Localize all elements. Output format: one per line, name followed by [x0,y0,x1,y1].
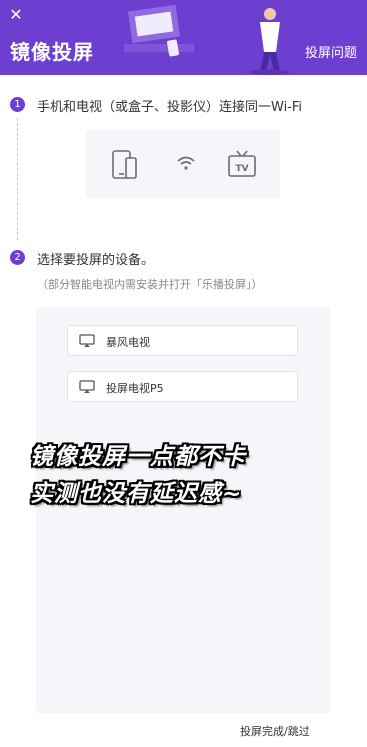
device-item-baofeng[interactable]: 暴风电视 [67,325,298,356]
tv-screen-icon [79,334,95,347]
step-2-text: 选择要投屏的设备。 [37,253,155,268]
step-2-note: （部分智能电视内需安装并打开「乐播投屏」） [37,278,263,291]
tv-icon-label: TV [235,164,248,174]
caption-line-1: 镜像投屏一点都不卡 [30,444,246,470]
step-1-number: 1 [10,97,25,112]
wifi-icon [177,156,195,170]
help-link[interactable]: 投屏问题 [305,42,357,61]
step-1-text: 手机和电视（或盒子、投影仪）连接同一Wi-Fi [37,100,303,115]
done-skip-link[interactable]: 投屏完成/跳过 [240,723,310,739]
step-2-number: 2 [10,250,25,265]
step-connector-line [17,118,18,240]
header-illustration [124,4,290,75]
header-bar: ✕ 镜像投屏 投屏问题 [0,0,367,75]
caption-line-2: 实测也没有延迟感~ [30,481,243,507]
tv-icon: TV [228,150,256,177]
connection-illustration-card: TV [86,130,280,198]
device-name: 投屏电视P5 [106,382,164,395]
phone-icon [112,150,137,179]
tv-screen-icon [79,380,95,393]
close-icon[interactable]: ✕ [7,6,25,24]
device-list-panel: 暴风电视 投屏电视P5 [36,307,330,713]
page-title: 镜像投屏 [10,40,94,64]
device-item-p5[interactable]: 投屏电视P5 [67,371,298,402]
device-name: 暴风电视 [106,336,150,349]
